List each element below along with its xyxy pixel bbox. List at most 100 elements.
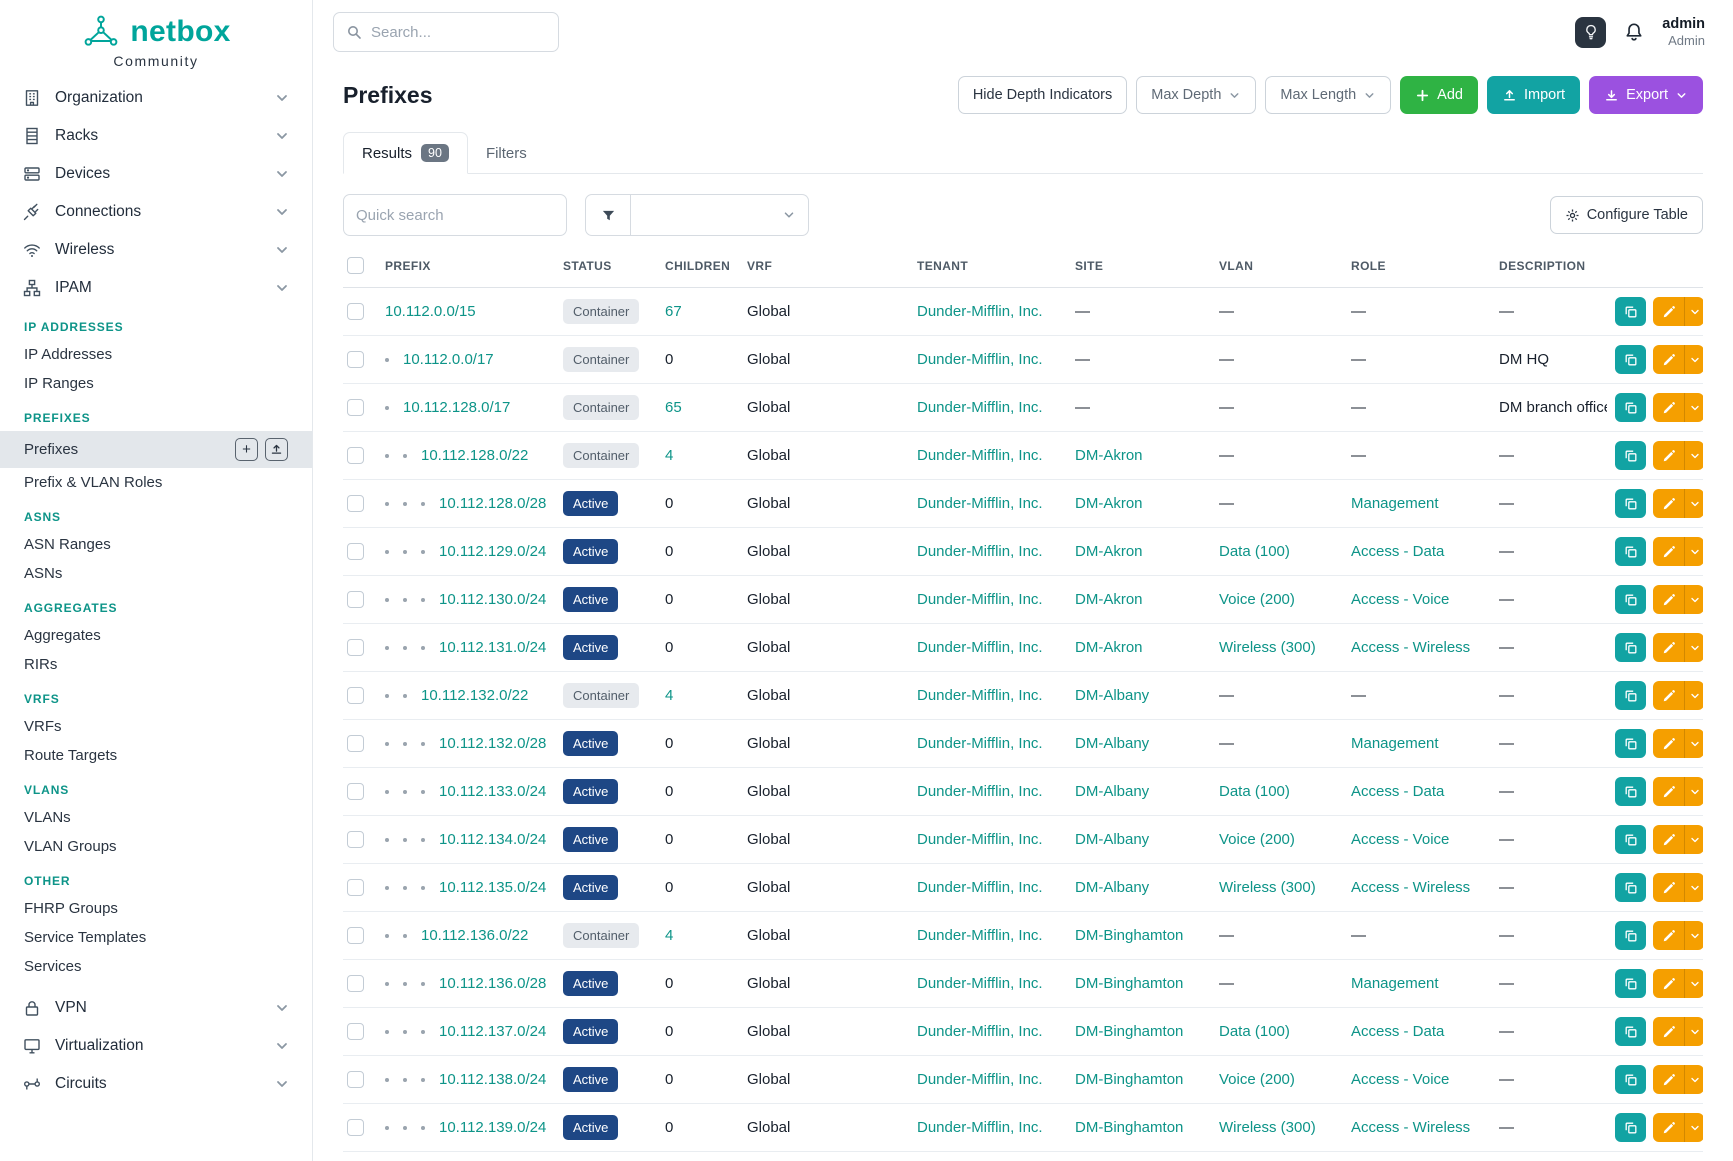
- edit-dropdown-button[interactable]: [1684, 633, 1703, 662]
- theme-toggle-button[interactable]: [1575, 17, 1606, 48]
- clone-button[interactable]: [1615, 585, 1646, 614]
- sidebar-item-ip-ranges[interactable]: IP Ranges: [0, 369, 312, 398]
- sidebar-item-vrfs[interactable]: VRFs: [0, 712, 312, 741]
- row-checkbox[interactable]: [347, 927, 364, 944]
- site-link[interactable]: DM-Akron: [1075, 447, 1143, 464]
- column-header-description[interactable]: DESCRIPTION: [1491, 244, 1607, 288]
- tenant-link[interactable]: Dunder-Mifflin, Inc.: [917, 831, 1043, 848]
- prefix-link[interactable]: 10.112.131.0/24: [439, 639, 546, 656]
- role-link[interactable]: Management: [1351, 975, 1439, 992]
- edit-dropdown-button[interactable]: [1684, 1017, 1703, 1046]
- clone-button[interactable]: [1615, 777, 1646, 806]
- clone-button[interactable]: [1615, 393, 1646, 422]
- edit-dropdown-button[interactable]: [1684, 585, 1703, 614]
- prefix-link[interactable]: 10.112.128.0/17: [403, 399, 510, 416]
- tenant-link[interactable]: Dunder-Mifflin, Inc.: [917, 1023, 1043, 1040]
- edit-dropdown-button[interactable]: [1684, 825, 1703, 854]
- sidebar-item-vpn[interactable]: VPN: [0, 989, 312, 1027]
- edit-button[interactable]: [1653, 873, 1684, 902]
- row-checkbox[interactable]: [347, 687, 364, 704]
- tenant-link[interactable]: Dunder-Mifflin, Inc.: [917, 447, 1043, 464]
- edit-button[interactable]: [1653, 1065, 1684, 1094]
- edit-dropdown-button[interactable]: [1684, 1113, 1703, 1142]
- edit-dropdown-button[interactable]: [1684, 729, 1703, 758]
- prefix-link[interactable]: 10.112.138.0/24: [439, 1071, 546, 1088]
- site-link[interactable]: DM-Albany: [1075, 687, 1149, 704]
- sidebar-item-fhrp-groups[interactable]: FHRP Groups: [0, 894, 312, 923]
- column-header-vlan[interactable]: VLAN: [1211, 244, 1343, 288]
- column-header-site[interactable]: SITE: [1067, 244, 1211, 288]
- site-link[interactable]: DM-Binghamton: [1075, 975, 1183, 992]
- row-checkbox[interactable]: [347, 783, 364, 800]
- sidebar-item-services[interactable]: Services: [0, 952, 312, 981]
- clone-button[interactable]: [1615, 1065, 1646, 1094]
- role-link[interactable]: Access - Voice: [1351, 831, 1449, 848]
- vlan-link[interactable]: Voice (200): [1219, 591, 1295, 608]
- edit-dropdown-button[interactable]: [1684, 681, 1703, 710]
- site-link[interactable]: DM-Albany: [1075, 783, 1149, 800]
- select-all-checkbox[interactable]: [347, 257, 364, 274]
- quick-search-input[interactable]: [356, 207, 554, 224]
- site-link[interactable]: DM-Akron: [1075, 639, 1143, 656]
- clone-button[interactable]: [1615, 1017, 1646, 1046]
- edit-button[interactable]: [1653, 441, 1684, 470]
- clone-button[interactable]: [1615, 1113, 1646, 1142]
- row-checkbox[interactable]: [347, 879, 364, 896]
- edit-dropdown-button[interactable]: [1684, 969, 1703, 998]
- notifications-button[interactable]: [1623, 21, 1645, 43]
- tenant-link[interactable]: Dunder-Mifflin, Inc.: [917, 639, 1043, 656]
- vlan-link[interactable]: Data (100): [1219, 1023, 1290, 1040]
- row-checkbox[interactable]: [347, 495, 364, 512]
- site-link[interactable]: DM-Binghamton: [1075, 927, 1183, 944]
- export-dropdown-button[interactable]: Export: [1589, 76, 1703, 114]
- sidebar-item-service-templates[interactable]: Service Templates: [0, 923, 312, 952]
- edit-dropdown-button[interactable]: [1684, 1065, 1703, 1094]
- sidebar-item-virtualization[interactable]: Virtualization: [0, 1027, 312, 1065]
- prefix-link[interactable]: 10.112.0.0/17: [403, 351, 494, 368]
- edit-button[interactable]: [1653, 585, 1684, 614]
- children-link[interactable]: 67: [665, 303, 682, 320]
- prefix-link[interactable]: 10.112.137.0/24: [439, 1023, 546, 1040]
- edit-dropdown-button[interactable]: [1684, 873, 1703, 902]
- children-link[interactable]: 65: [665, 399, 682, 416]
- edit-dropdown-button[interactable]: [1684, 297, 1703, 326]
- tenant-link[interactable]: Dunder-Mifflin, Inc.: [917, 303, 1043, 320]
- sidebar-item-circuits[interactable]: Circuits: [0, 1065, 312, 1103]
- role-link[interactable]: Management: [1351, 735, 1439, 752]
- tenant-link[interactable]: Dunder-Mifflin, Inc.: [917, 399, 1043, 416]
- site-link[interactable]: DM-Albany: [1075, 879, 1149, 896]
- sidebar-item-organization[interactable]: Organization: [0, 79, 312, 117]
- site-link[interactable]: DM-Akron: [1075, 543, 1143, 560]
- edit-dropdown-button[interactable]: [1684, 393, 1703, 422]
- prefix-link[interactable]: 10.112.129.0/24: [439, 543, 546, 560]
- sidebar-item-connections[interactable]: Connections: [0, 193, 312, 231]
- edit-button[interactable]: [1653, 729, 1684, 758]
- role-link[interactable]: Access - Wireless: [1351, 879, 1470, 896]
- configure-table-button[interactable]: Configure Table: [1550, 196, 1703, 234]
- add-prefix-quick-button[interactable]: +: [235, 438, 258, 461]
- prefix-link[interactable]: 10.112.135.0/24: [439, 879, 546, 896]
- row-checkbox[interactable]: [347, 1119, 364, 1136]
- search-input[interactable]: [371, 24, 570, 41]
- children-link[interactable]: 4: [665, 927, 673, 944]
- row-checkbox[interactable]: [347, 543, 364, 560]
- tenant-link[interactable]: Dunder-Mifflin, Inc.: [917, 687, 1043, 704]
- site-link[interactable]: DM-Binghamton: [1075, 1119, 1183, 1136]
- edit-button[interactable]: [1653, 393, 1684, 422]
- sidebar-item-aggregates[interactable]: Aggregates: [0, 621, 312, 650]
- edit-dropdown-button[interactable]: [1684, 345, 1703, 374]
- row-checkbox[interactable]: [347, 639, 364, 656]
- edit-button[interactable]: [1653, 1017, 1684, 1046]
- role-link[interactable]: Access - Wireless: [1351, 1119, 1470, 1136]
- row-checkbox[interactable]: [347, 1023, 364, 1040]
- site-link[interactable]: DM-Albany: [1075, 735, 1149, 752]
- tenant-link[interactable]: Dunder-Mifflin, Inc.: [917, 543, 1043, 560]
- row-checkbox[interactable]: [347, 303, 364, 320]
- max-length-dropdown[interactable]: Max Length: [1265, 76, 1391, 114]
- row-checkbox[interactable]: [347, 351, 364, 368]
- edit-dropdown-button[interactable]: [1684, 777, 1703, 806]
- site-link[interactable]: DM-Albany: [1075, 831, 1149, 848]
- tenant-link[interactable]: Dunder-Mifflin, Inc.: [917, 735, 1043, 752]
- edit-button[interactable]: [1653, 825, 1684, 854]
- clone-button[interactable]: [1615, 345, 1646, 374]
